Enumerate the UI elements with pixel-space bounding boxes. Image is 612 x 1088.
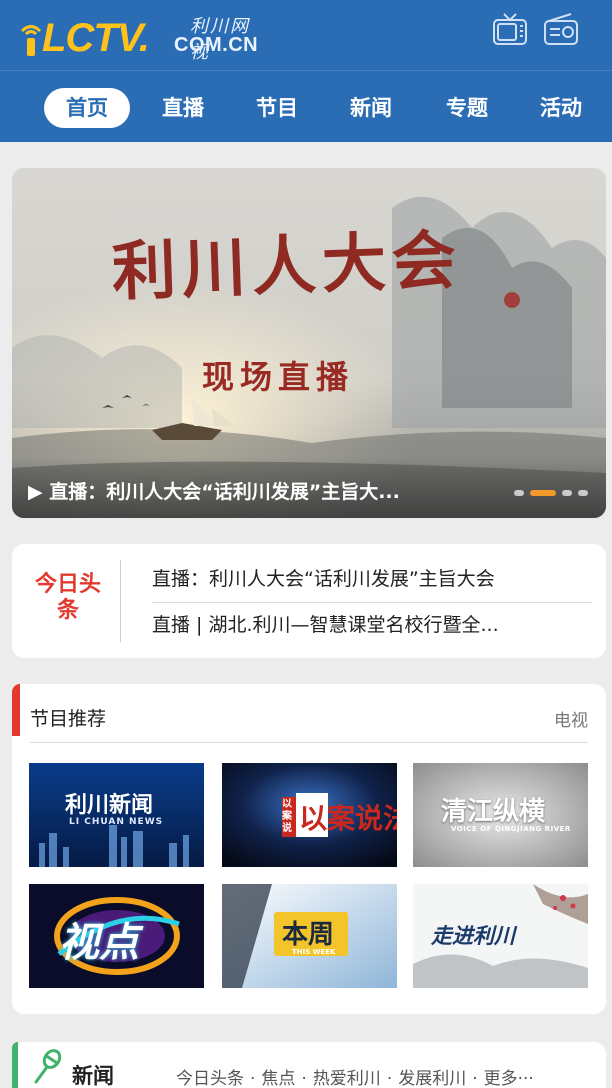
section-title: 节目推荐 [30,708,107,730]
news-link-develop-lichuan[interactable]: 发展利川 [398,1069,466,1088]
link-separator: · [472,1069,478,1088]
app-header: LCTV. 利川网视 COM.CN 首页 直播 节目 新闻 专题 活动 [0,0,612,142]
program-thumb-this-week[interactable]: 本周 THIS WEEK [222,884,397,988]
tab-programs[interactable]: 节目 [234,88,320,128]
program-thumb-viewpoint[interactable]: 视点 [29,884,204,988]
logo-text: LCTV. [42,16,150,60]
main-nav: 首页 直播 节目 新闻 专题 活动 [0,88,612,130]
program-title: 视点 [59,920,139,966]
tab-home[interactable]: 首页 [44,88,130,128]
section-title: 新闻 [72,1064,114,1088]
program-title: 走进利川 [431,923,515,948]
carousel-dot[interactable] [562,489,572,496]
banner-caption[interactable]: ▶ 直播：利川人大会“话利川发展”主旨大... [28,477,400,504]
program-thumb-law[interactable]: 以案说 以案说法 [222,763,397,867]
tab-topics[interactable]: 专题 [424,88,510,128]
news-link-more[interactable]: 更多··· [484,1069,534,1088]
headline-item[interactable]: 直播 | 湖北.利川—智慧课堂名校行暨全... [152,610,592,637]
radio-icon[interactable] [543,12,579,46]
program-title: 清江纵横 [441,797,546,827]
program-subtitle: THIS WEEK [292,948,336,956]
program-subtitle: LI CHUAN NEWS [69,817,164,827]
headline-item[interactable]: 直播：利川人大会“话利川发展”主旨大会 [152,564,592,591]
section-divider [30,742,588,743]
microphone-icon [34,1049,62,1084]
carousel-dot-active[interactable] [530,489,556,496]
tab-events[interactable]: 活动 [518,88,604,128]
program-thumb-lichuan-news[interactable]: 利川新闻 LI CHUAN NEWS [29,763,204,867]
program-tag: 以案说 [282,799,292,834]
section-more-link[interactable]: 电视 [554,706,588,731]
tv-icon[interactable] [492,12,528,46]
program-title: 本周 [282,920,335,950]
news-link-headlines[interactable]: 今日头条 [176,1069,244,1088]
link-separator: · [301,1069,307,1088]
link-separator: · [386,1069,393,1088]
program-title: 以案说法 [299,802,397,835]
program-recommendations: 节目推荐 电视 利川新闻 LI CHUAN NEWS 以案说 以案说 清江纵横 … [12,684,606,1014]
news-link-love-lichuan[interactable]: 热爱利川 [313,1069,381,1088]
banner-subtitle: 现场直播 [202,358,355,396]
carousel-dot[interactable] [578,489,588,496]
tab-news[interactable]: 新闻 [328,88,414,128]
news-category-links: 今日头条 · 焦点 · 热爱利川 · 发展利川 · 更多··· [176,1064,534,1088]
logo-signal-icon [20,25,42,56]
logo-domain: COM.CN [174,34,259,56]
program-thumb-enter-lichuan[interactable]: 走进利川 [413,884,588,988]
news-link-focus[interactable]: 焦点 [261,1069,295,1088]
link-separator: · [250,1069,256,1088]
banner-title: 利川人大会 [110,222,464,311]
header-divider [0,70,612,71]
headlines-card: 今日头条 直播：利川人大会“话利川发展”主旨大会 直播 | 湖北.利川—智慧课堂… [12,544,606,658]
tab-live[interactable]: 直播 [140,88,226,128]
section-accent [12,1042,18,1088]
banner-carousel[interactable]: 利川人大会 现场直播 ▶ 直播：利川人大会“话利川发展”主旨大... [12,168,606,518]
program-subtitle: VOICE OF QINGJIANG RIVER [451,825,571,833]
headlines-badge: 今日头条 [34,572,101,623]
carousel-indicators [508,482,588,496]
carousel-dot[interactable] [514,489,524,496]
site-logo[interactable]: LCTV. 利川网视 COM.CN [16,12,259,63]
headline-separator [152,602,592,603]
section-accent [12,684,20,736]
program-title: 利川新闻 [65,793,154,818]
headlines-divider [120,560,121,642]
news-section: 新闻 今日头条 · 焦点 · 热爱利川 · 发展利川 · 更多··· [12,1042,606,1088]
program-thumb-qingjiang[interactable]: 清江纵横 VOICE OF QINGJIANG RIVER [413,763,588,867]
